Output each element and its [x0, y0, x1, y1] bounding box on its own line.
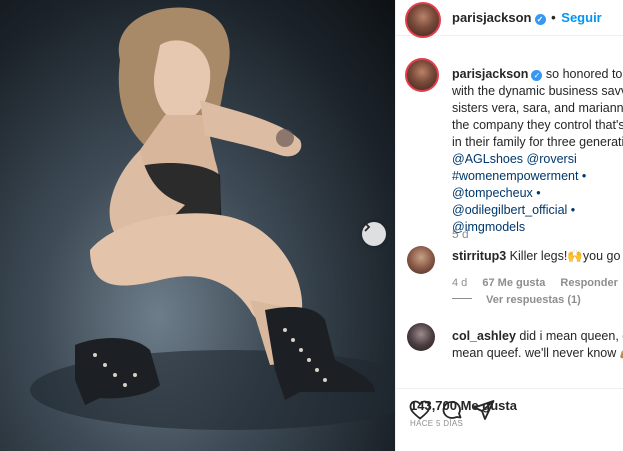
- caption-line: so honored to wor: [545, 67, 623, 81]
- verified-badge-icon: ✓: [534, 14, 546, 25]
- caption-line: sisters vera, sara, and marianna an: [452, 101, 623, 115]
- comment-username[interactable]: col_ashley: [452, 329, 516, 343]
- commenter-avatar[interactable]: [407, 246, 435, 274]
- separator-dot: •: [547, 10, 560, 25]
- caption-username[interactable]: parisjackson: [452, 67, 528, 81]
- comment-meta: 4 d 67 Me gusta Responder: [452, 277, 623, 289]
- comment-item: col_ashley did i mean queen, did i mean …: [452, 328, 623, 362]
- verified-badge-icon: ✓: [531, 70, 543, 81]
- photo-illustration: [30, 7, 395, 430]
- post-timestamp: HACE 5 DÍAS: [410, 419, 464, 428]
- comment-username[interactable]: stirritup3: [452, 249, 506, 263]
- likes-count[interactable]: 143,700 Me gusta: [410, 398, 517, 413]
- comment-text-continued: you go girl!: [582, 249, 623, 263]
- commenter-avatar[interactable]: [407, 323, 435, 351]
- comment-text-line2: mean queef. we'll never know: [452, 346, 617, 360]
- follow-button[interactable]: Seguir: [561, 10, 601, 25]
- comment-likes[interactable]: 67 Me gusta: [482, 277, 545, 289]
- caption-tag[interactable]: @tompecheux •: [452, 185, 623, 202]
- reply-button[interactable]: Responder: [560, 277, 617, 289]
- author-username[interactable]: parisjackson: [452, 10, 532, 25]
- caption-tag[interactable]: @imgmodels: [452, 219, 623, 236]
- caption-line: in their family for three generation: [452, 135, 623, 149]
- view-replies-label: Ver respuestas (1): [486, 294, 581, 306]
- next-arrow-icon: [364, 222, 371, 232]
- comment-item: stirritup3 Killer legs!🙌you go girl!: [452, 248, 623, 265]
- caption-timestamp: 5 d: [452, 227, 469, 241]
- raised-hands-emoji-icon: 🙌: [567, 249, 583, 263]
- caption-author-avatar[interactable]: [405, 58, 439, 92]
- caption-tag[interactable]: @odilegilbert_official •: [452, 202, 623, 219]
- comment-text: did i mean queen, did i: [519, 329, 623, 343]
- post-caption: parisjackson✓ so honored to wor with the…: [452, 66, 623, 236]
- author-avatar[interactable]: [405, 2, 441, 38]
- comment-text: Killer legs!: [509, 249, 568, 263]
- view-replies-button[interactable]: Ver respuestas (1): [452, 294, 581, 306]
- replies-divider: [452, 298, 472, 299]
- post-header-text: parisjackson ✓ • Seguir: [452, 10, 602, 25]
- caption-tag[interactable]: @AGLshoes @roversi: [452, 151, 623, 168]
- caption-line: with the dynamic business savvy: [452, 84, 623, 98]
- post-photo[interactable]: [0, 0, 395, 451]
- caption-line: the company they control that's b: [452, 118, 623, 132]
- post-details-panel: parisjackson ✓ • Seguir parisjackson ✓ so …: [395, 0, 623, 451]
- caption-tag[interactable]: #womenempowerment •: [452, 168, 623, 185]
- comment-time: 4 d: [452, 277, 468, 289]
- next-photo-button[interactable]: [362, 222, 386, 246]
- post-header: parisjackson ✓ • Seguir: [396, 0, 623, 38]
